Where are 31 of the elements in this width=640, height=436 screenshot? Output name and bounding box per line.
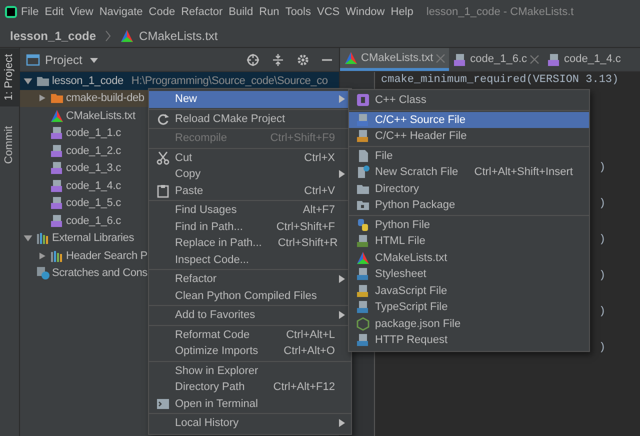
- code-fragment: ): [599, 340, 606, 356]
- window-title: lesson_1_code - CMakeLists.t: [426, 4, 574, 20]
- tree-label: code_1_2.c: [66, 144, 121, 158]
- tree-label: CMakeLists.txt: [66, 108, 136, 124]
- shortcut-label: Ctrl+Alt+L: [285, 328, 335, 342]
- shortcut-label: Ctrl+Shift+F9: [269, 131, 335, 146]
- code-line: cmake_minimum_required(VERSION 3.13): [381, 73, 619, 87]
- tree-label: Scratches and Cons: [52, 266, 148, 281]
- shortcut-label: Ctrl+Alt+Shift+Insert: [473, 165, 573, 180]
- shortcut-label: Ctrl+V: [303, 184, 335, 198]
- shortcut-label: Alt+F7: [302, 203, 335, 218]
- tree-label: code_1_6.c: [66, 214, 121, 228]
- shortcut-label: Ctrl+X: [303, 150, 335, 166]
- code-fragment: ): [599, 160, 606, 176]
- tree-label: code_1_5.c: [66, 196, 121, 211]
- code-fragment: ): [599, 196, 606, 212]
- shortcut-label: Ctrl+Shift+F: [275, 220, 335, 234]
- tree-label: External Libraries: [52, 231, 134, 246]
- tree-label: Header Search P: [66, 248, 148, 264]
- code-fragment: ): [599, 268, 606, 284]
- shortcut-label: Ctrl+Alt+F12: [272, 380, 335, 395]
- code-fragment: ): [599, 232, 606, 248]
- tree-label: cmake-build-deb: [66, 91, 144, 106]
- code-fragment: ): [599, 304, 606, 320]
- shortcut-label: Ctrl+Alt+O: [282, 344, 335, 359]
- tree-label: code_1_1.c: [66, 126, 121, 141]
- tree-label: code_1_3.c: [66, 161, 121, 176]
- shortcut-label: Ctrl+Shift+R: [276, 236, 338, 251]
- tree-label: lesson_1_code: [52, 74, 124, 88]
- folder-path: H:\Programming\Source_code\Source_co: [131, 74, 328, 88]
- tree-label: code_1_4.c: [66, 178, 121, 194]
